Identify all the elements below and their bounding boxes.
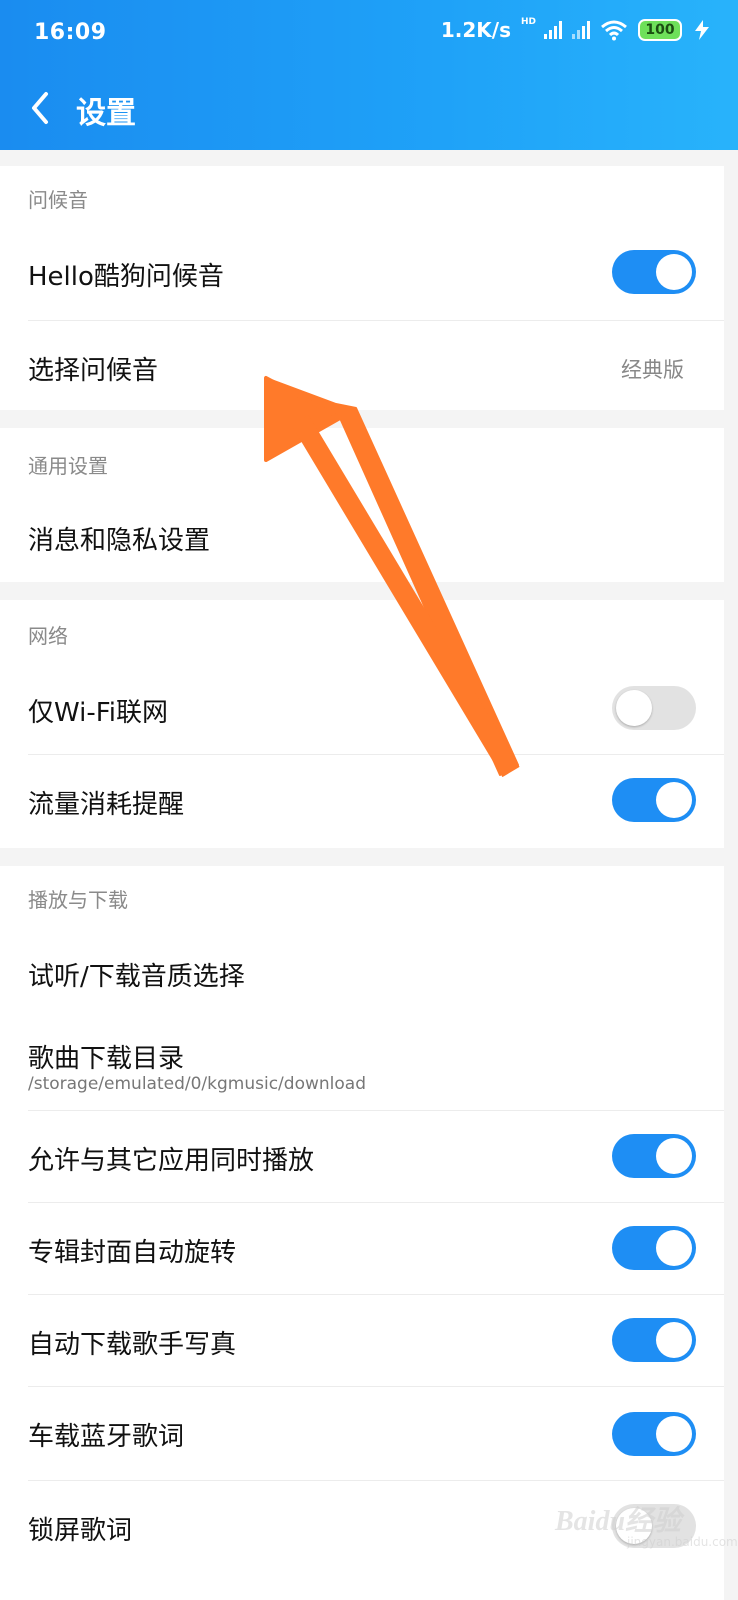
setting-cover-rotate[interactable]: 专辑封面自动旋转 [0,1202,724,1294]
network-speed: 1.2K/s [440,18,511,42]
setting-audio-quality[interactable]: 试听/下载音质选择 [0,924,724,1020]
section-playback: 播放与下载 试听/下载音质选择 歌曲下载目录 /storage/emulated… [0,866,724,1600]
setting-label: 锁屏歌词 [28,1516,133,1546]
status-icons: 1.2K/s HD 100 [440,17,712,42]
section-network: 网络 仅Wi-Fi联网 流量消耗提醒 [0,600,724,848]
setting-wifi-only[interactable]: 仅Wi-Fi联网 [0,660,724,754]
data-reminder-toggle[interactable] [612,778,696,822]
wifi-only-toggle[interactable] [612,686,696,730]
section-title-network: 网络 [28,624,68,648]
mix-playback-toggle[interactable] [612,1134,696,1178]
setting-label: 选择问候音 [28,356,159,386]
setting-mix-playback[interactable]: 允许与其它应用同时播放 [0,1110,724,1202]
artist-photo-toggle[interactable] [612,1318,696,1362]
setting-label: 仅Wi-Fi联网 [28,698,169,728]
setting-value: 经典版 [621,358,684,382]
setting-label: 流量消耗提醒 [28,790,185,820]
setting-label: 允许与其它应用同时播放 [28,1146,315,1176]
setting-car-bt-lyrics[interactable]: 车载蓝牙歌词 [0,1386,724,1480]
section-greeting: 问候音 Hello酷狗问候音 选择问候音 经典版 [0,166,724,410]
watermark-url: jingyan.baidu.com [627,1535,738,1549]
section-title-greeting: 问候音 [28,188,88,212]
app-bar: 16:09 1.2K/s HD 100 设置 [0,0,738,150]
cover-rotate-toggle[interactable] [612,1226,696,1270]
section-title-general: 通用设置 [28,454,108,478]
setting-label: 歌曲下载目录 [28,1044,185,1074]
setting-label: 专辑封面自动旋转 [28,1238,237,1268]
setting-data-reminder[interactable]: 流量消耗提醒 [0,754,724,848]
signal-icon [544,21,562,39]
hello-greeting-toggle[interactable] [612,250,696,294]
title-bar: 设置 [0,66,738,150]
signal-icon-2 [572,21,590,39]
setting-message-privacy[interactable]: 消息和隐私设置 [0,490,724,582]
watermark-brand: Baidu经验 [555,1506,682,1537]
setting-label: 消息和隐私设置 [28,526,211,556]
baidu-watermark: Baidu经验 jingyan.baidu.com [555,1497,738,1557]
setting-label: 试听/下载音质选择 [28,962,245,992]
battery-icon: 100 [638,19,682,41]
setting-subtitle: /storage/emulated/0/kgmusic/download [28,1074,366,1094]
section-title-playback: 播放与下载 [28,888,128,912]
setting-choose-greeting[interactable]: 选择问候音 经典版 [0,320,724,410]
status-bar: 16:09 1.2K/s HD 100 [0,0,738,66]
wifi-icon [601,20,627,41]
section-general: 通用设置 消息和隐私设置 [0,428,724,582]
charging-icon [695,20,709,40]
page-title: 设置 [76,96,136,131]
back-icon[interactable] [22,86,62,130]
car-bt-lyrics-toggle[interactable] [612,1412,696,1456]
setting-download-dir[interactable]: 歌曲下载目录 /storage/emulated/0/kgmusic/downl… [0,1020,724,1110]
setting-label: 自动下载歌手写真 [28,1330,237,1360]
hd-badge: HD [520,17,536,27]
setting-hello-greeting[interactable]: Hello酷狗问候音 [0,224,724,320]
status-time: 16:09 [34,20,107,45]
setting-label: 车载蓝牙歌词 [28,1422,185,1452]
setting-label: Hello酷狗问候音 [28,262,224,292]
setting-artist-photo[interactable]: 自动下载歌手写真 [0,1294,724,1386]
